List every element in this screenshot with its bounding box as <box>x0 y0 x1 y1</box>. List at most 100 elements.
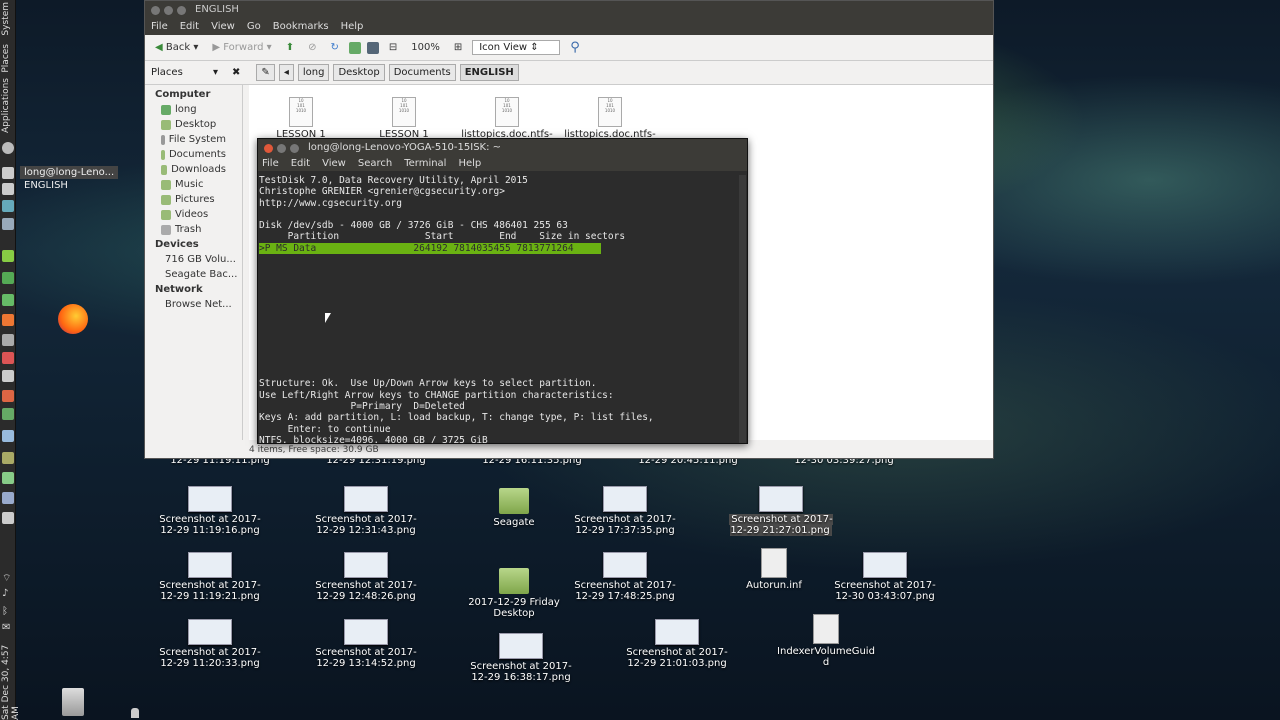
desktop-icon-item[interactable]: Screenshot at 2017- 12-29 11:20:33.png <box>155 619 265 669</box>
spreadsheet-icon[interactable] <box>2 250 14 262</box>
breadcrumb-left-icon[interactable]: ◂ <box>278 64 294 81</box>
menu-terminal[interactable]: Terminal <box>404 157 446 171</box>
menu-file[interactable]: File <box>262 157 279 171</box>
edit-location-icon[interactable]: ✎ <box>256 64 275 81</box>
menu-help[interactable]: Help <box>341 19 364 35</box>
terminal-icon[interactable] <box>2 492 14 504</box>
file-item[interactable]: 10 101 1010 listtopics.doc.ntfs- <box>457 97 557 140</box>
files-icon[interactable] <box>2 200 14 212</box>
menu-go[interactable]: Go <box>247 19 261 35</box>
up-icon[interactable]: ⬆ <box>282 40 298 55</box>
launcher-icon[interactable] <box>2 142 14 154</box>
menu-bookmarks[interactable]: Bookmarks <box>273 19 329 35</box>
sidebar-item-music[interactable]: Music <box>145 177 242 192</box>
taskbar-english[interactable]: ENGLISH <box>20 179 72 192</box>
app-icon[interactable] <box>2 352 14 364</box>
sidebar-item-desktop[interactable]: Desktop <box>145 117 242 132</box>
menu-view[interactable]: View <box>211 19 235 35</box>
desktop-icon-item[interactable]: Screenshot at 2017- 12-29 12:31:43.png <box>311 486 421 536</box>
desktop-icon-item[interactable]: 2017-12-29 Friday Desktop <box>459 568 569 619</box>
breadcrumb-desktop[interactable]: Desktop <box>333 64 385 81</box>
bluetooth-icon[interactable]: ᛒ <box>2 606 14 618</box>
panel-clock[interactable]: Sat Dec 30, 4:57 AM <box>1 630 21 720</box>
view-mode-select[interactable]: Icon View ⇕ <box>472 40 561 55</box>
desktop-icon-item[interactable]: Autorun.inf <box>719 548 829 591</box>
file-item[interactable]: 10 101 1010 LESSON 1 <box>251 97 351 140</box>
sidebar-item-716gb-volume[interactable]: 716 GB Volu... <box>145 252 242 267</box>
file-item[interactable]: 10 101 1010 listtopics.doc.ntfs- <box>560 97 660 140</box>
desktop-icon-item[interactable]: IndexerVolumeGuid d <box>771 614 881 668</box>
zoom-out-icon[interactable]: ⊟ <box>385 40 401 55</box>
minimize-icon[interactable] <box>164 6 173 15</box>
sidebar-item-file-system[interactable]: File System <box>145 132 242 147</box>
partition-row-selected[interactable]: >P MS Data 264192 7814035455 7813771264 <box>259 242 601 255</box>
maximize-icon[interactable] <box>290 144 299 153</box>
app-icon[interactable] <box>2 512 14 524</box>
app-icon[interactable] <box>2 408 14 420</box>
app-icon[interactable] <box>2 390 14 402</box>
terminal-scrollbar[interactable] <box>739 175 746 443</box>
file-manager-titlebar[interactable]: ENGLISH <box>145 1 993 19</box>
sidebar-item-long[interactable]: long <box>145 102 242 117</box>
sidebar-item-documents[interactable]: Documents <box>145 147 242 162</box>
terminal-titlebar[interactable]: long@long-Lenovo-YOGA-510-15ISK: ~ <box>258 139 747 157</box>
places-select[interactable]: Places <box>151 67 209 78</box>
stop-icon[interactable]: ⊘ <box>304 40 320 55</box>
desktop-icon-item[interactable]: Seagate <box>459 488 569 528</box>
menu-help[interactable]: Help <box>458 157 481 171</box>
app-icon[interactable] <box>2 314 14 326</box>
editor-icon[interactable] <box>2 370 14 382</box>
volume-icon[interactable]: ♪ <box>2 588 14 600</box>
close-sidebar-icon[interactable]: ✖ <box>232 67 240 78</box>
user-icon[interactable] <box>131 708 139 718</box>
breadcrumb-english[interactable]: ENGLISH <box>459 64 519 81</box>
sidebar-item-browse-network[interactable]: Browse Net... <box>145 297 242 312</box>
desktop-icon-item[interactable]: Screenshot at 2017- 12-29 21:27:01.png <box>726 486 836 536</box>
desktop-icon-item[interactable]: Screenshot at 2017- 12-29 16:38:17.png <box>466 633 576 683</box>
menu-edit[interactable]: Edit <box>291 157 310 171</box>
places-dropdown-icon[interactable]: ▾ <box>213 67 218 78</box>
monitor-icon[interactable] <box>2 218 14 230</box>
window-list-icon[interactable] <box>2 167 14 179</box>
menu-file[interactable]: File <box>151 19 168 35</box>
close-icon[interactable] <box>151 6 160 15</box>
zoom-in-icon[interactable]: ⊞ <box>450 40 466 55</box>
app-icon[interactable] <box>2 452 14 464</box>
sidebar-item-videos[interactable]: Videos <box>145 207 242 222</box>
panel-system-menu[interactable]: System <box>1 2 11 36</box>
app-icon[interactable] <box>2 430 14 442</box>
panel-applications-menu[interactable]: Applications <box>1 78 11 133</box>
close-icon[interactable] <box>264 144 273 153</box>
tool-icon[interactable] <box>2 334 14 346</box>
forward-button[interactable]: ▶ Forward ▾ <box>208 40 275 55</box>
taskbar-terminal[interactable]: long@long-Leno... <box>20 166 119 179</box>
maximize-icon[interactable] <box>177 6 186 15</box>
sidebar-item-seagate[interactable]: Seagate Bac... <box>145 267 242 282</box>
minimize-icon[interactable] <box>277 144 286 153</box>
file-item[interactable]: 10 101 1010 LESSON 1 <box>354 97 454 140</box>
app-icon[interactable] <box>2 472 14 484</box>
sidebar-item-trash[interactable]: Trash <box>145 222 242 237</box>
sheet-icon[interactable] <box>2 294 14 306</box>
computer-icon[interactable] <box>366 41 379 54</box>
desktop-icon-item[interactable]: Screenshot at 2017- 12-29 11:19:16.png <box>155 486 265 536</box>
sidebar-item-downloads[interactable]: Downloads <box>145 162 242 177</box>
menu-search[interactable]: Search <box>358 157 392 171</box>
desktop-icon-item[interactable]: Screenshot at 2017- 12-29 12:48:26.png <box>311 552 421 602</box>
desktop-icon-item[interactable]: Screenshot at 2017- 12-29 11:19:21.png <box>155 552 265 602</box>
firefox-icon[interactable] <box>58 304 88 334</box>
trash-icon[interactable] <box>62 688 84 716</box>
search-icon[interactable]: ⚲ <box>566 38 584 57</box>
terminal-output[interactable]: TestDisk 7.0, Data Recovery Utility, Apr… <box>258 175 740 443</box>
desktop-icon-item[interactable]: Screenshot at 2017- 12-29 21:01:03.png <box>622 619 732 669</box>
menu-view[interactable]: View <box>322 157 346 171</box>
sidebar-item-pictures[interactable]: Pictures <box>145 192 242 207</box>
window-list-icon[interactable] <box>2 183 14 195</box>
desktop-icon-item[interactable]: Screenshot at 2017- 12-29 13:14:52.png <box>311 619 421 669</box>
breadcrumb-long[interactable]: long <box>297 64 330 81</box>
reload-icon[interactable]: ↻ <box>326 40 342 55</box>
calc-icon[interactable] <box>2 272 14 284</box>
desktop-icon-item[interactable]: Screenshot at 2017- 12-30 03:43:07.png <box>830 552 940 602</box>
panel-places-menu[interactable]: Places <box>1 44 11 73</box>
back-button[interactable]: ◀ Back ▾ <box>151 40 202 55</box>
